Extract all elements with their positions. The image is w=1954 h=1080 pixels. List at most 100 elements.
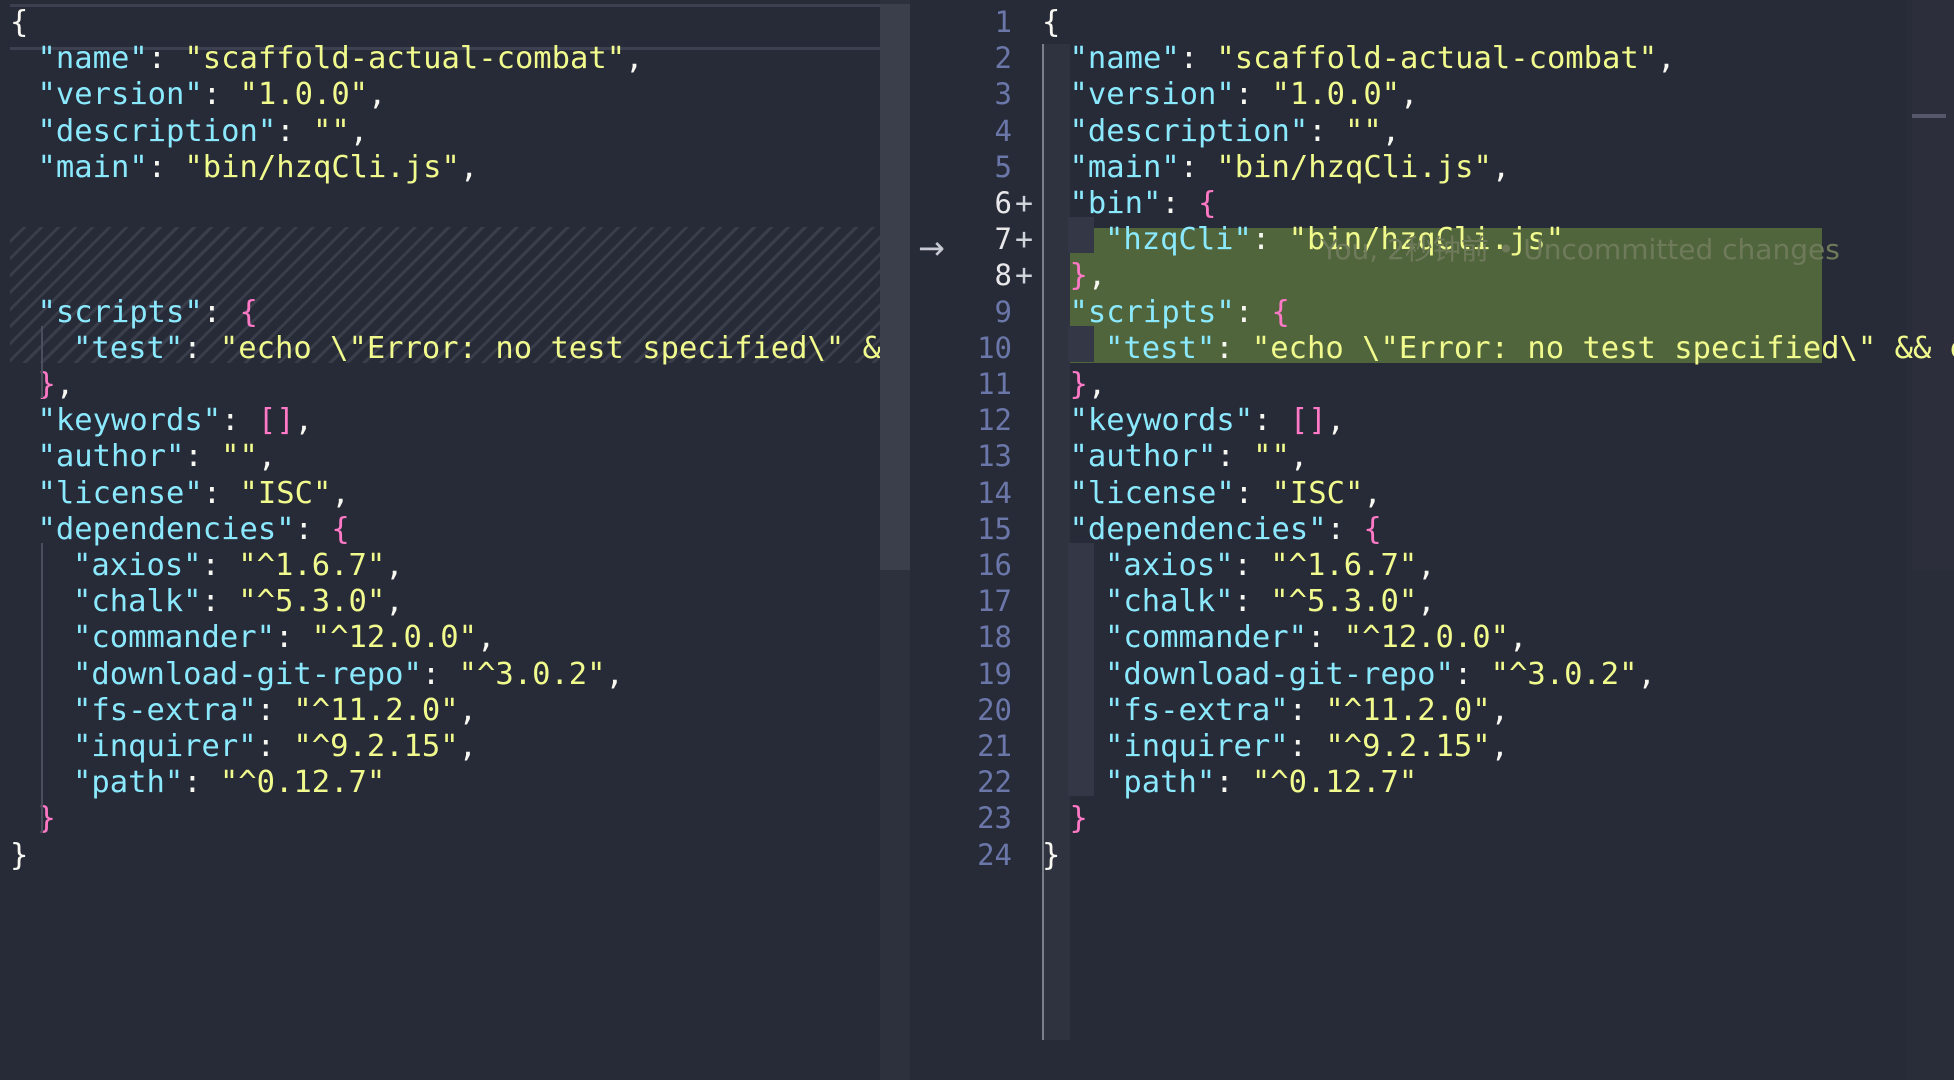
code-token: : [1234,475,1272,511]
diff-original-pane[interactable]: {"name": "scaffold-actual-combat", "versi… [0,0,910,1080]
code-token: : [1251,222,1289,258]
code-token: { [1042,5,1061,40]
code-token: "^12.0.0" [1343,620,1509,656]
code-token: : [294,511,332,547]
code-token: , [1509,620,1528,656]
code-token: : [147,41,185,77]
code-token: "" [1344,113,1382,149]
code-token: : [147,149,185,185]
code-token: : [1216,439,1254,475]
code-token: , [459,149,479,185]
code-token: "axios" [73,548,202,583]
code-token: , [1326,403,1345,439]
code-token: : [275,620,312,656]
code-token: , [1657,41,1676,77]
code-token: "scaffold-actual-combat" [184,41,626,77]
code-token: : [1233,548,1271,583]
git-blame-annotation: You, 2秒钟前 • Uncommitted changes [1321,233,1840,266]
code-token: , [55,367,75,402]
code-token: : [1308,113,1345,149]
code-token: "" [312,113,350,149]
code-token: "description" [1069,113,1309,149]
code-token: "axios" [1105,548,1234,583]
code-token: "echo \"Error: no test specified\" && ex… [219,330,899,366]
code-token: "^1.6.7" [238,548,386,583]
code-token: , [1490,729,1510,764]
code-token: , [1637,656,1656,692]
code-token: "main" [1069,149,1180,185]
code-token: "^3.0.2" [1490,656,1638,692]
code-token: : [421,656,459,692]
code-token: : [1215,765,1252,801]
code-token: "^12.0.0" [311,620,477,656]
code-token: : [256,729,294,764]
code-token: "bin/hzqCli.js" [1216,149,1492,185]
code-token: "dependencies" [37,511,295,547]
code-token: : [1326,511,1364,547]
code-token: "version" [37,77,203,113]
code-token: "hzqCli" [1105,222,1252,258]
code-token: "chalk" [1105,584,1234,620]
code-token: "bin" [1069,186,1162,221]
code-token: "^5.3.0" [1270,584,1418,620]
code-token: "download-git-repo" [1105,656,1454,692]
code-token: , [1087,367,1107,402]
code-token: : [221,403,258,439]
code-token: [] [257,403,295,439]
code-token: [] [1289,403,1327,439]
code-token: "fs-extra" [1105,692,1289,728]
code-token: : [276,113,313,149]
line-number[interactable]: 24 [910,833,1012,878]
code-token: : [1288,729,1326,764]
code-token: "^9.2.15" [293,729,459,764]
code-token: , [1087,258,1107,294]
code-token: : [1288,692,1326,728]
code-token: } [10,837,29,873]
indent-guide [41,543,43,833]
code-token: , [1289,439,1309,475]
code-token: : [201,584,239,620]
code-token: , [1490,692,1510,728]
code-token: "main" [37,149,148,185]
code-token: "" [1253,439,1290,475]
code-token: , [257,439,277,475]
code-token: "scaffold-actual-combat" [1216,41,1658,77]
code-token: , [458,692,478,728]
code-token: , [605,656,624,692]
code-token: : [202,77,240,113]
original-code-line[interactable]: "main": "bin/hzqCli.js", [10,145,910,190]
code-token: : [202,475,240,511]
original-code-line[interactable]: } [10,833,910,878]
code-token: : [1234,294,1272,330]
code-token: "^11.2.0" [1325,692,1491,728]
modified-code-line[interactable]: } [1042,833,1954,878]
code-token: "scripts" [1069,294,1235,330]
code-token: "commander" [73,620,275,656]
code-token: "license" [1069,475,1235,511]
code-token: : [1234,77,1272,113]
diff-modified-pane[interactable]: 1 2 3 4 5 6 +7 +8 +9 10 11 12 13 14 15 16 17 18 19 20 21 22 23… [910,0,1954,1080]
code-token: "dependencies" [1069,511,1327,547]
right-arrow-icon[interactable]: → [918,226,958,271]
code-token: "author" [1069,439,1217,475]
indent-guide [1068,543,1094,797]
code-token: , [331,475,350,511]
code-token: } [1069,367,1088,402]
code-token: "name" [1069,41,1180,77]
code-token: "path" [73,765,184,801]
code-token: : [256,692,294,728]
indent-guide [1068,325,1094,362]
code-token: "^9.2.15" [1325,729,1491,764]
code-token: , [385,548,404,583]
code-token: : [201,548,239,583]
original-scrollbar-thumb[interactable] [880,4,910,570]
code-token: "path" [1105,765,1216,801]
code-token: "test" [73,330,184,366]
code-token: "version" [1069,77,1235,113]
code-token: : [183,765,220,801]
code-token: "1.0.0" [239,77,369,113]
code-token: { [1363,511,1382,547]
code-token: : [183,330,220,366]
code-token: , [294,403,313,439]
code-token: "^0.12.7" [219,765,386,801]
